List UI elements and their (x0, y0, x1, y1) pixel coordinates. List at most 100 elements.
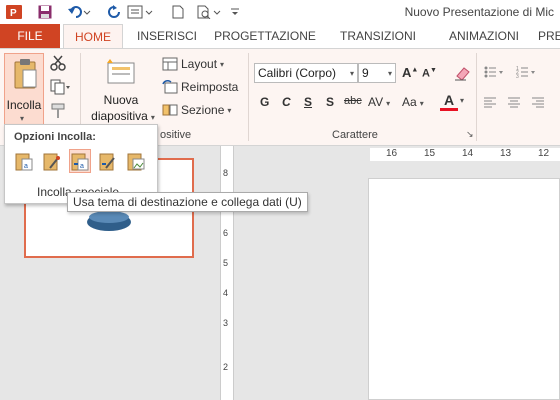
cut-icon[interactable] (50, 55, 66, 74)
tab-slideshow[interactable]: PRE (538, 24, 560, 48)
vertical-ruler: 8 7 6 5 4 3 2 (220, 146, 234, 400)
svg-text:P: P (10, 8, 17, 19)
text-shadow-button[interactable]: S (326, 95, 334, 109)
svg-text:3: 3 (516, 74, 519, 79)
tab-file[interactable]: FILE (0, 24, 60, 48)
layout-dropdown-icon: ▾ (220, 59, 225, 69)
paste-link-destination-theme-button[interactable]: a (69, 149, 91, 173)
slide-canvas[interactable] (368, 178, 560, 400)
ruler-h-number: 15 (424, 148, 436, 159)
font-size-value: 9 (362, 66, 369, 80)
character-spacing-button[interactable]: AV ▾ (368, 95, 390, 109)
font-size-combo[interactable]: 9 ▾ (358, 63, 396, 83)
save-icon[interactable] (36, 3, 54, 21)
bullets-icon[interactable] (484, 65, 514, 82)
group-separator (476, 53, 477, 141)
reset-button[interactable]: Reimposta (162, 80, 238, 94)
horizontal-ruler: 16 15 14 13 12 (370, 148, 560, 161)
ruler-h-number: 16 (386, 148, 398, 159)
ruler-v-number: 4 (223, 288, 229, 298)
paste-keep-source-formatting-button[interactable] (41, 149, 63, 173)
ruler-h-number: 12 (538, 148, 550, 159)
paste-keep-source-icon (43, 153, 60, 171)
tab-design[interactable]: PROGETTAZIONE (210, 24, 320, 48)
layout-label: Layout (181, 57, 218, 71)
print-preview-icon[interactable] (196, 3, 222, 21)
font-name-dropdown-icon: ▾ (349, 69, 354, 78)
reset-label: Reimposta (181, 80, 239, 94)
font-color-dropdown-icon[interactable]: ▾ (460, 96, 464, 105)
powerpoint-logo-icon: P (6, 3, 22, 21)
change-case-button[interactable]: Aa ▾ (402, 95, 424, 109)
paste-as-picture-button[interactable] (125, 149, 147, 173)
group-separator (248, 53, 249, 141)
grow-font-icon[interactable]: A▲ (402, 65, 418, 80)
new-slide-button[interactable]: Nuova diapositiva ▾ (86, 53, 156, 125)
italic-button[interactable]: C (282, 95, 291, 109)
section-dropdown-icon: ▾ (227, 105, 232, 115)
font-dialog-launcher-icon[interactable]: ↘ (466, 129, 474, 140)
new-slide-label-2: diapositiva ▾ (88, 109, 158, 123)
tab-home[interactable]: HOME (63, 24, 123, 49)
paste-link-keep-source-button[interactable] (97, 149, 119, 173)
title-bar: P Nuovo Presentazione di Mic (0, 0, 560, 24)
numbering-icon[interactable]: 123 (516, 65, 546, 82)
font-color-bar (440, 108, 458, 111)
clear-formatting-icon[interactable] (454, 65, 470, 84)
paste-picture-icon (127, 153, 145, 171)
paste-use-destination-theme-button[interactable]: a (13, 149, 35, 173)
window-title: Nuovo Presentazione di Mic (404, 5, 554, 19)
ruler-h-number: 14 (462, 148, 474, 159)
spacing-dropdown-icon: ▾ (386, 99, 391, 108)
paste-destination-theme-icon: a (15, 153, 33, 171)
svg-text:a: a (24, 163, 28, 170)
section-label: Sezione (181, 103, 225, 117)
undo-icon[interactable] (66, 3, 92, 21)
font-group-label: Carattere (332, 129, 378, 141)
font-name-value: Calibri (Corpo) (258, 66, 337, 80)
slideshow-start-icon[interactable] (126, 3, 154, 21)
new-slide-icon (106, 57, 136, 88)
tab-animations[interactable]: ANIMAZIONI (434, 24, 534, 48)
ruler-v-number: 5 (223, 258, 229, 268)
new-document-icon[interactable] (170, 3, 186, 21)
ribbon-tab-bar: FILE HOME INSERISCI PROGETTAZIONE TRANSI… (0, 24, 560, 49)
copy-icon[interactable] (50, 79, 72, 98)
clipboard-icon (13, 58, 37, 93)
format-painter-icon[interactable] (50, 103, 66, 122)
section-button[interactable]: Sezione ▾ (162, 103, 231, 117)
svg-text:a: a (80, 163, 84, 170)
layout-button[interactable]: Layout ▾ (162, 57, 224, 71)
ruler-v-number: 3 (223, 318, 229, 328)
customize-qat-icon[interactable] (228, 3, 242, 21)
tab-transitions[interactable]: TRANSIZIONI (328, 24, 428, 48)
paste-options-title: Opzioni Incolla: (14, 131, 96, 143)
align-right-icon[interactable] (532, 97, 546, 112)
ruler-v-number: 2 (223, 362, 229, 372)
slides-group-label: ositive (160, 129, 192, 141)
paste-label: Incolla (6, 98, 42, 112)
font-color-button[interactable]: A (440, 92, 458, 111)
case-label: Aa (402, 95, 417, 109)
bold-button[interactable]: G (260, 95, 269, 109)
align-center-icon[interactable] (508, 97, 522, 112)
paste-option-tooltip: Usa tema di destinazione e collega dati … (67, 192, 308, 212)
font-name-combo[interactable]: Calibri (Corpo) ▾ (254, 63, 358, 83)
strikethrough-button[interactable]: abc (344, 95, 362, 107)
font-size-dropdown-icon: ▾ (387, 69, 392, 78)
align-left-icon[interactable] (484, 97, 498, 112)
layout-icon (162, 57, 178, 71)
tab-insert[interactable]: INSERISCI (132, 24, 202, 48)
paste-button[interactable]: Incolla ▾ (4, 53, 44, 125)
paste-link-destination-icon: a (71, 153, 89, 171)
case-dropdown-icon: ▾ (419, 99, 424, 108)
reset-icon (162, 80, 178, 94)
underline-button[interactable]: S (304, 95, 312, 109)
paste-link-source-icon (99, 153, 115, 171)
ruler-v-number: 6 (223, 228, 229, 238)
new-slide-label-1: Nuova (103, 93, 139, 107)
ruler-v-number: 8 (223, 168, 229, 178)
redo-icon[interactable] (104, 3, 124, 21)
shrink-font-icon[interactable]: A▼ (422, 67, 437, 80)
font-color-label: A (443, 92, 455, 108)
